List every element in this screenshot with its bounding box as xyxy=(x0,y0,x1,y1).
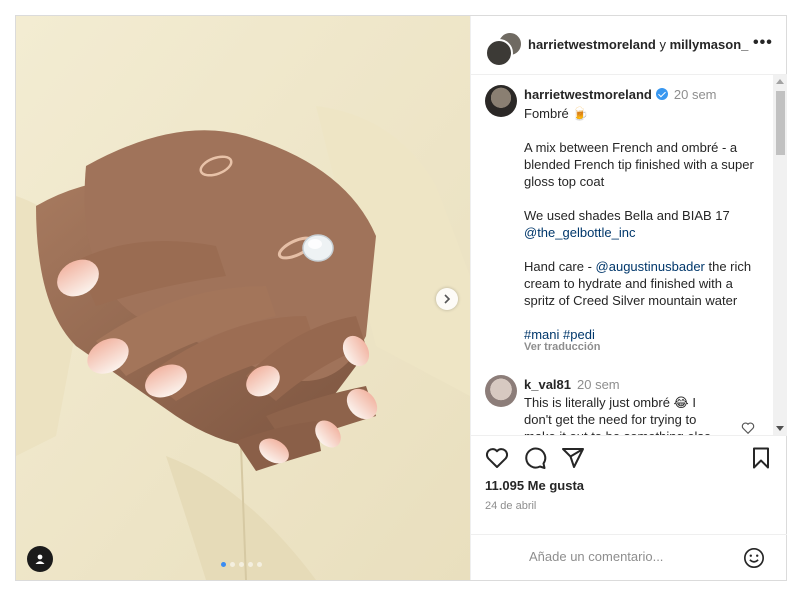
more-options-button[interactable]: ••• xyxy=(753,34,773,52)
emoji-icon[interactable] xyxy=(743,547,765,569)
avatar[interactable] xyxy=(485,375,517,407)
avatar xyxy=(485,39,513,67)
comment-header: k_val81 20 sem xyxy=(524,377,620,392)
tagged-users-button[interactable] xyxy=(27,546,53,572)
carousel-dot-active xyxy=(221,562,226,567)
author-link[interactable]: harrietwestmoreland xyxy=(528,37,656,52)
avatar[interactable] xyxy=(485,85,517,117)
bookmark-icon[interactable] xyxy=(749,446,773,470)
post-authors: harrietwestmoreland y millymason_ xyxy=(528,37,748,52)
person-icon xyxy=(35,554,45,564)
heart-icon[interactable] xyxy=(485,446,509,470)
scroll-up-arrow-icon[interactable] xyxy=(776,79,784,84)
see-translation-link[interactable]: Ver traducción xyxy=(524,341,600,353)
collab-avatars[interactable] xyxy=(485,31,523,67)
comment-time: 20 sem xyxy=(577,377,620,392)
mention-link[interactable]: @the_gelbottle_inc xyxy=(524,225,636,240)
post-dialog: harrietwestmoreland y millymason_ ••• ha… xyxy=(15,15,787,581)
carousel-dot xyxy=(230,562,235,567)
like-comment-heart-icon[interactable] xyxy=(741,421,755,435)
chevron-right-icon xyxy=(444,294,451,304)
post-photo[interactable] xyxy=(16,16,470,580)
caption-header: harrietwestmoreland 20 sem xyxy=(524,87,717,102)
comment-text: This is literally just ombré 😂 I don't g… xyxy=(524,395,711,435)
comment-icon[interactable] xyxy=(523,446,547,470)
comments-list[interactable]: harrietwestmoreland 20 sem Fombré 🍺 A mix… xyxy=(471,75,771,435)
post-side-panel: harrietwestmoreland y millymason_ ••• ha… xyxy=(470,16,787,580)
authors-joiner: y xyxy=(659,37,667,52)
caption-paragraph: A mix between French and ombré - a blend… xyxy=(524,140,754,189)
carousel-dot xyxy=(257,562,262,567)
scroll-down-arrow-icon[interactable] xyxy=(776,426,784,431)
post-date: 24 de abril xyxy=(485,500,537,512)
caption-time: 20 sem xyxy=(673,87,717,102)
comments-scrollbar[interactable] xyxy=(773,75,787,435)
share-icon[interactable] xyxy=(561,446,585,470)
caption-line: Fombré 🍺 xyxy=(524,106,589,121)
carousel-indicator xyxy=(221,562,262,567)
next-image-button[interactable] xyxy=(436,288,458,310)
caption-text: Fombré 🍺 A mix between French and ombré … xyxy=(524,105,764,343)
carousel-dot xyxy=(248,562,253,567)
caption-username[interactable]: harrietwestmoreland xyxy=(524,87,652,102)
caption-text-span: Hand care - xyxy=(524,259,596,274)
comment-username[interactable]: k_val81 xyxy=(524,377,571,392)
verified-badge-icon xyxy=(655,88,668,100)
scroll-thumb[interactable] xyxy=(776,91,785,155)
comment-input[interactable] xyxy=(527,548,731,565)
add-comment-bar xyxy=(471,534,787,581)
caption-paragraph: We used shades Bella and BIAB 17 xyxy=(524,208,730,223)
likes-count[interactable]: 11.095 Me gusta xyxy=(485,478,584,493)
post-actions xyxy=(471,435,787,476)
coauthor-link[interactable]: millymason_ xyxy=(670,37,749,52)
carousel-dot xyxy=(239,562,244,567)
post-header: harrietwestmoreland y millymason_ ••• xyxy=(471,16,787,75)
mention-link[interactable]: @augustinusbader xyxy=(596,259,705,274)
